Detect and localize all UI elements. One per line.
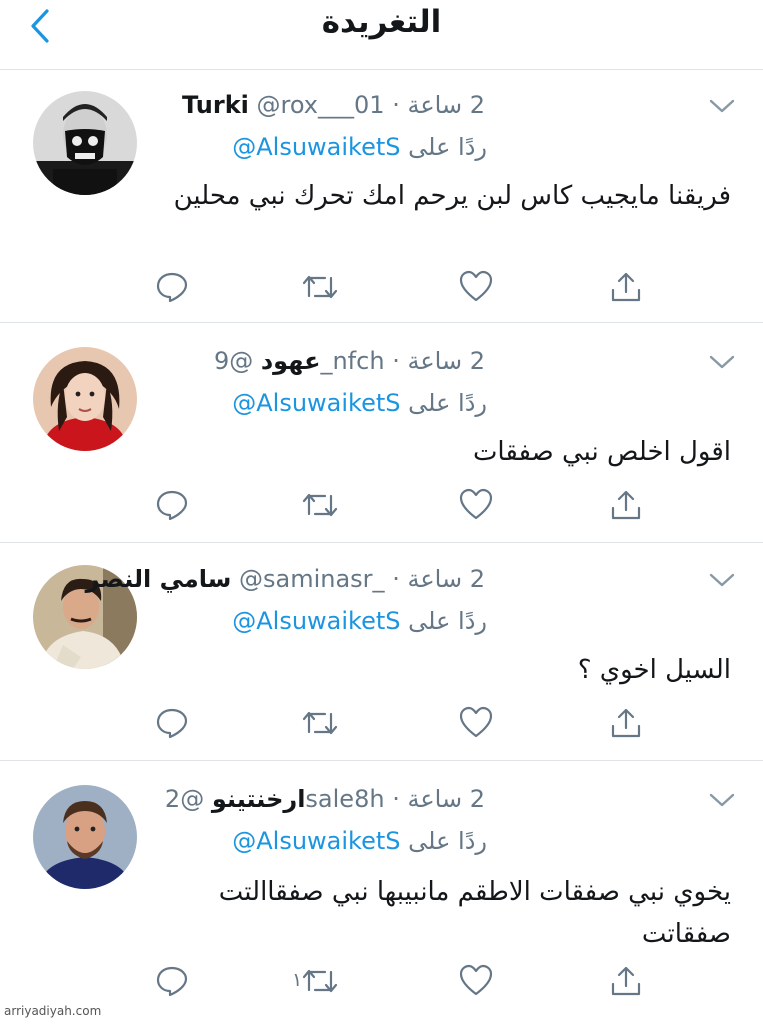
retweet-button[interactable] [300,485,340,525]
reply-bubble-icon [156,490,188,521]
tweet-text: فريقنا مايجيب كاس لبن يرحم امك تحرك نبي … [173,181,731,211]
retweet-icon [302,275,338,299]
heart-icon [459,964,493,996]
more-button[interactable] [705,569,739,591]
reply-button[interactable] [152,961,192,1001]
tweet-actions [150,703,650,743]
reply-bubble-icon [156,708,188,739]
reply-prefix: ردًا على [408,389,487,417]
display-name[interactable]: ارخنتينو [212,785,306,813]
like-button[interactable] [456,485,496,525]
avatar[interactable] [33,91,137,195]
retweet-icon [302,493,338,517]
display-name[interactable]: سامي النصر [86,565,232,593]
handle[interactable]: @rox___01 [257,91,385,119]
separator-dot: · [392,785,400,813]
reply-bubble-icon [156,272,188,303]
share-button[interactable] [606,703,646,743]
chevron-down-icon [709,355,735,369]
mention-link[interactable]: @AlsuwaiketS [232,607,400,635]
top-bar: التغريدة [0,0,763,70]
retweet-button[interactable] [300,703,340,743]
reply-bubble-icon [156,966,188,997]
tweet-text: يخوي نبي صفقات الاطقم مانبيبها نبي صفقاا… [218,877,731,949]
timestamp[interactable]: 2 ساعة [407,347,485,375]
reply-context: ردًا على @AlsuwaiketS [232,607,487,635]
reply-button[interactable] [152,267,192,307]
reply-button[interactable] [152,485,192,525]
reply-context: ردًا على @AlsuwaiketS [232,827,487,855]
separator-dot: · [392,347,400,375]
reply-prefix: ردًا على [408,607,487,635]
display-name[interactable]: Turki [182,91,249,119]
tweet-header: ارخنتينو @2sale8h · 2 ساعة [165,785,485,813]
avatar[interactable] [33,785,137,889]
heart-icon [459,270,493,302]
tweet[interactable]: Turki @rox___01 · 2 ساعة ردًا على @Alsuw… [0,71,763,323]
share-icon [611,966,641,996]
tweet[interactable]: سامي النصر @saminasr_ · 2 ساعة ردًا على … [0,543,763,761]
share-icon [611,490,641,520]
tweet-text: السيل اخوي ؟ [577,655,731,685]
retweet-icon [302,711,338,735]
more-button[interactable] [705,351,739,373]
timestamp[interactable]: 2 ساعة [407,565,485,593]
handle[interactable]: @saminasr_ [239,565,385,593]
tweet[interactable]: ارخنتينو @2sale8h · 2 ساعة ردًا على @Als… [0,761,763,1024]
chevron-down-icon [709,793,735,807]
mention-link[interactable]: @AlsuwaiketS [232,389,400,417]
separator-dot: · [392,91,400,119]
tweet-actions: ١ [150,961,650,1001]
reply-context: ردًا على @AlsuwaiketS [232,389,487,417]
like-button[interactable] [456,703,496,743]
retweet-icon [302,969,338,993]
mention-link[interactable]: @AlsuwaiketS [232,133,400,161]
reply-prefix: ردًا على [408,133,487,161]
share-icon [611,708,641,738]
tweet-text: اقول اخلص نبي صفقات [472,437,731,467]
reply-context: ردًا على @AlsuwaiketS [232,133,487,161]
chevron-down-icon [709,99,735,113]
reply-prefix: ردًا على [408,827,487,855]
tweet-actions [150,485,650,525]
avatar[interactable] [33,347,137,451]
reply-button[interactable] [152,703,192,743]
tweet-header: عهود @9_nfch · 2 ساعة [214,347,485,375]
retweet-button[interactable] [300,961,340,1001]
separator-dot: · [392,565,400,593]
timestamp[interactable]: 2 ساعة [407,785,485,813]
more-button[interactable] [705,789,739,811]
timestamp[interactable]: 2 ساعة [407,91,485,119]
tweet[interactable]: عهود @9_nfch · 2 ساعة ردًا على @Alsuwaik… [0,323,763,543]
mention-link[interactable]: @AlsuwaiketS [232,827,400,855]
share-icon [611,272,641,302]
share-button[interactable] [606,485,646,525]
tweet-header: Turki @rox___01 · 2 ساعة [182,91,485,119]
heart-icon [459,706,493,738]
heart-icon [459,488,493,520]
display-name[interactable]: عهود [261,347,321,375]
tweet-header: سامي النصر @saminasr_ · 2 ساعة [86,565,485,593]
share-button[interactable] [606,961,646,1001]
share-button[interactable] [606,267,646,307]
retweet-button[interactable] [300,267,340,307]
more-button[interactable] [705,95,739,117]
like-button[interactable] [456,961,496,1001]
page-title: التغريدة [321,4,442,40]
like-button[interactable] [456,267,496,307]
watermark: arriyadiyah.com [4,1004,102,1018]
tweet-actions [150,267,650,307]
chevron-down-icon [709,573,735,587]
